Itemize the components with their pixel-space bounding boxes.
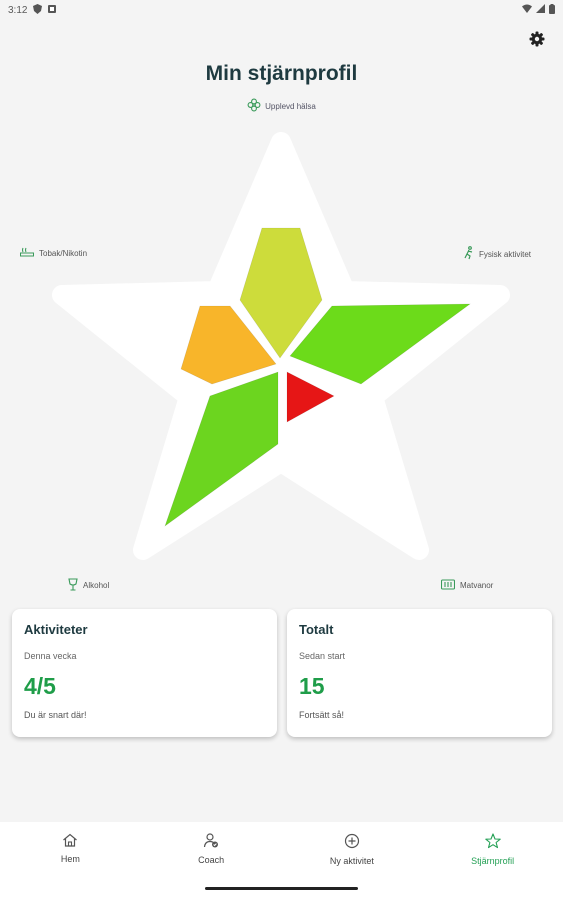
category-alcohol[interactable]: Alkohol xyxy=(68,578,109,593)
total-card-title: Totalt xyxy=(299,622,334,637)
activities-card-subtitle: Denna vecka xyxy=(24,651,77,661)
category-tobacco[interactable]: Tobak/Nikotin xyxy=(20,247,87,259)
nav-item-home[interactable]: Hem xyxy=(0,822,141,900)
status-time: 3:12 xyxy=(8,4,28,16)
total-card-value: 15 xyxy=(299,673,325,699)
category-tobacco-label: Tobak/Nikotin xyxy=(39,248,88,258)
total-card-note: Fortsätt så! xyxy=(299,710,345,720)
gear-icon xyxy=(529,31,545,52)
battery-icon xyxy=(549,3,555,17)
coach-icon xyxy=(203,833,219,850)
health-label: Upplevd hälsa xyxy=(0,98,563,114)
health-icon xyxy=(247,98,261,114)
activities-card-value: 4/5 xyxy=(24,673,56,699)
page-title: Min stjärnprofil xyxy=(205,62,358,85)
home-icon xyxy=(62,833,78,849)
nav-item-star-profile[interactable]: Stjärnprofil xyxy=(422,822,563,900)
total-card[interactable]: Totalt Sedan start 15 Fortsätt så! xyxy=(287,609,552,737)
nav-item-home-label: Hem xyxy=(60,854,80,864)
wifi-icon xyxy=(522,4,532,16)
glass-icon xyxy=(68,578,78,593)
status-bar: 3:12 xyxy=(0,0,563,20)
add-circle-icon xyxy=(344,833,360,851)
notification-icon xyxy=(48,4,57,16)
category-physical[interactable]: Fysisk aktivitet xyxy=(464,246,531,262)
category-alcohol-label: Alkohol xyxy=(83,581,110,590)
category-food-label: Matvanor xyxy=(460,581,494,590)
nav-item-coach-label: Coach xyxy=(198,855,225,865)
running-icon xyxy=(464,246,474,262)
activities-card[interactable]: Aktiviteter Denna vecka 4/5 Du är snart … xyxy=(12,609,277,737)
activities-card-title: Aktiviteter xyxy=(24,622,88,637)
star-icon xyxy=(484,833,501,851)
nav-item-new-activity-label: Ny aktivitet xyxy=(329,856,374,866)
total-card-subtitle: Sedan start xyxy=(299,651,346,661)
category-food[interactable]: Matvanor xyxy=(440,579,494,592)
activities-card-note: Du är snart där! xyxy=(24,710,87,720)
food-icon xyxy=(440,579,456,592)
star-profile xyxy=(52,132,510,560)
nav-item-star-profile-label: Stjärnprofil xyxy=(471,856,515,866)
settings-button[interactable] xyxy=(526,30,548,52)
category-physical-label: Fysisk aktivitet xyxy=(479,249,532,259)
tobacco-icon xyxy=(20,247,34,259)
health-label-text: Upplevd hälsa xyxy=(265,101,316,111)
signal-icon xyxy=(536,4,545,16)
home-indicator[interactable] xyxy=(205,887,358,890)
shield-icon xyxy=(33,3,43,17)
